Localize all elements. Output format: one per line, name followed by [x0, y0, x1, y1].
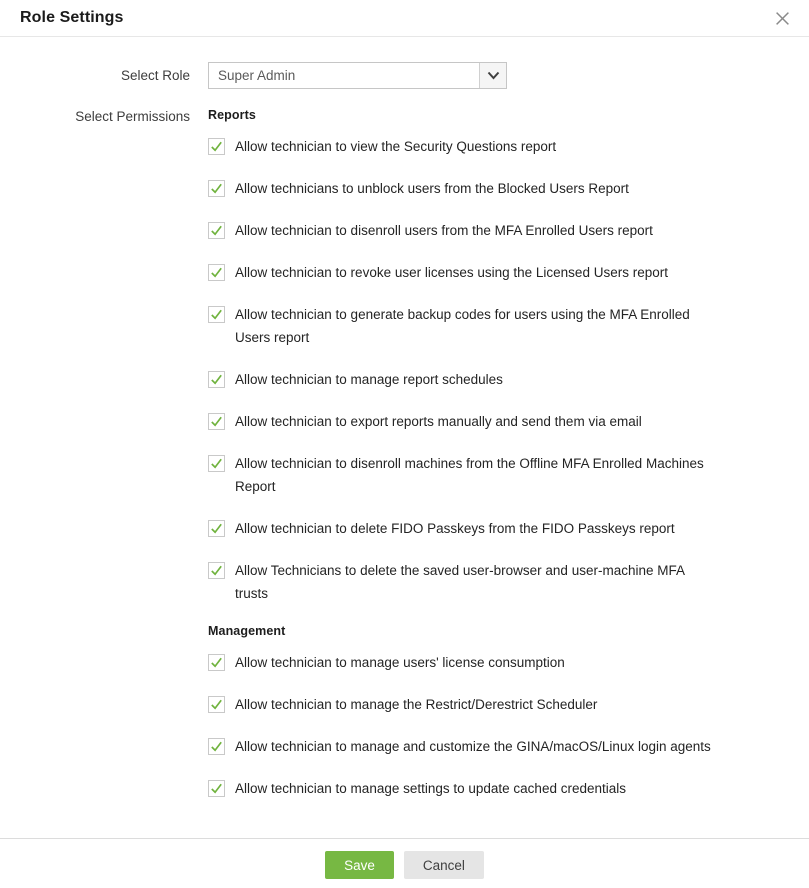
section-title: Management [208, 624, 711, 638]
check-icon [209, 563, 224, 578]
check-icon [209, 521, 224, 536]
permission-checkbox[interactable] [208, 306, 225, 323]
permission-checkbox[interactable] [208, 520, 225, 537]
check-icon [209, 655, 224, 670]
permission-checkbox[interactable] [208, 696, 225, 713]
permission-label: Allow technicians to unblock users from … [235, 177, 629, 200]
permission-checkbox[interactable] [208, 654, 225, 671]
section-items: Allow technician to manage users' licens… [208, 651, 711, 800]
permission-checkbox[interactable] [208, 738, 225, 755]
select-permissions-row: Select Permissions Reports Allow technici… [0, 108, 809, 819]
close-icon[interactable] [771, 7, 793, 29]
chevron-down-icon[interactable] [479, 63, 506, 88]
check-icon [209, 456, 224, 471]
permission-row: Allow technician to delete FIDO Passkeys… [208, 517, 711, 540]
permission-checkbox[interactable] [208, 562, 225, 579]
permission-row: Allow technician to manage the Restrict/… [208, 693, 711, 716]
permission-checkbox[interactable] [208, 222, 225, 239]
dialog-header: Role Settings [0, 0, 809, 37]
permission-checkbox[interactable] [208, 413, 225, 430]
permission-label: Allow technician to revoke user licenses… [235, 261, 668, 284]
permission-row: Allow technician to manage users' licens… [208, 651, 711, 674]
permission-checkbox[interactable] [208, 180, 225, 197]
permission-label: Allow Technicians to delete the saved us… [235, 559, 685, 605]
section-items: Allow technician to view the Security Qu… [208, 135, 711, 605]
check-icon [209, 307, 224, 322]
role-select[interactable]: Super Admin [208, 62, 507, 89]
close-icon-glyph [775, 11, 790, 26]
permission-label: Allow technician to manage the Restrict/… [235, 693, 597, 716]
check-icon [209, 697, 224, 712]
check-icon [209, 372, 224, 387]
permission-row: Allow technician to view the Security Qu… [208, 135, 711, 158]
permission-label: Allow technician to disenroll users from… [235, 219, 653, 242]
cancel-button[interactable]: Cancel [404, 851, 484, 879]
permission-row: Allow technician to revoke user licenses… [208, 261, 711, 284]
permission-label: Allow technician to manage settings to u… [235, 777, 626, 800]
permission-checkbox[interactable] [208, 455, 225, 472]
section-title: Reports [208, 108, 711, 122]
dialog-body: Select Role Super Admin Select Permissio… [0, 37, 809, 838]
permission-row: Allow technician to generate backup code… [208, 303, 711, 349]
permission-checkbox[interactable] [208, 138, 225, 155]
permission-row: Allow technicians to unblock users from … [208, 177, 711, 200]
check-icon [209, 781, 224, 796]
permission-row: Allow technician to disenroll machines f… [208, 452, 711, 498]
permission-checkbox[interactable] [208, 264, 225, 281]
permission-label: Allow technician to manage report schedu… [235, 368, 503, 391]
permission-checkbox[interactable] [208, 780, 225, 797]
check-icon [209, 265, 224, 280]
permission-label: Allow technician to delete FIDO Passkeys… [235, 517, 675, 540]
permission-row: Allow technician to disenroll users from… [208, 219, 711, 242]
permission-row: Allow Technicians to delete the saved us… [208, 559, 711, 605]
permission-label: Allow technician to disenroll machines f… [235, 452, 704, 498]
dialog-footer: Save Cancel [0, 838, 809, 888]
select-role-row: Select Role Super Admin [0, 62, 809, 89]
check-icon [209, 223, 224, 238]
permission-label: Allow technician to view the Security Qu… [235, 135, 556, 158]
permissions-sections: Reports Allow technician to view the Secu… [208, 108, 711, 819]
dialog-title: Role Settings [20, 9, 124, 27]
check-icon [209, 181, 224, 196]
check-icon [209, 414, 224, 429]
check-icon [209, 139, 224, 154]
select-role-label: Select Role [0, 68, 190, 83]
permission-row: Allow technician to manage and customize… [208, 735, 711, 758]
permission-row: Allow technician to manage settings to u… [208, 777, 711, 800]
permission-row: Allow technician to manage report schedu… [208, 368, 711, 391]
permission-label: Allow technician to manage users' licens… [235, 651, 565, 674]
role-select-value: Super Admin [209, 63, 479, 88]
permission-row: Allow technician to export reports manua… [208, 410, 711, 433]
save-button[interactable]: Save [325, 851, 394, 879]
role-settings-dialog: Role Settings Select Role Super Admin [0, 0, 809, 888]
permission-label: Allow technician to generate backup code… [235, 303, 690, 349]
permission-checkbox[interactable] [208, 371, 225, 388]
permission-label: Allow technician to export reports manua… [235, 410, 642, 433]
check-icon [209, 739, 224, 754]
select-permissions-label: Select Permissions [0, 108, 190, 125]
permission-label: Allow technician to manage and customize… [235, 735, 711, 758]
